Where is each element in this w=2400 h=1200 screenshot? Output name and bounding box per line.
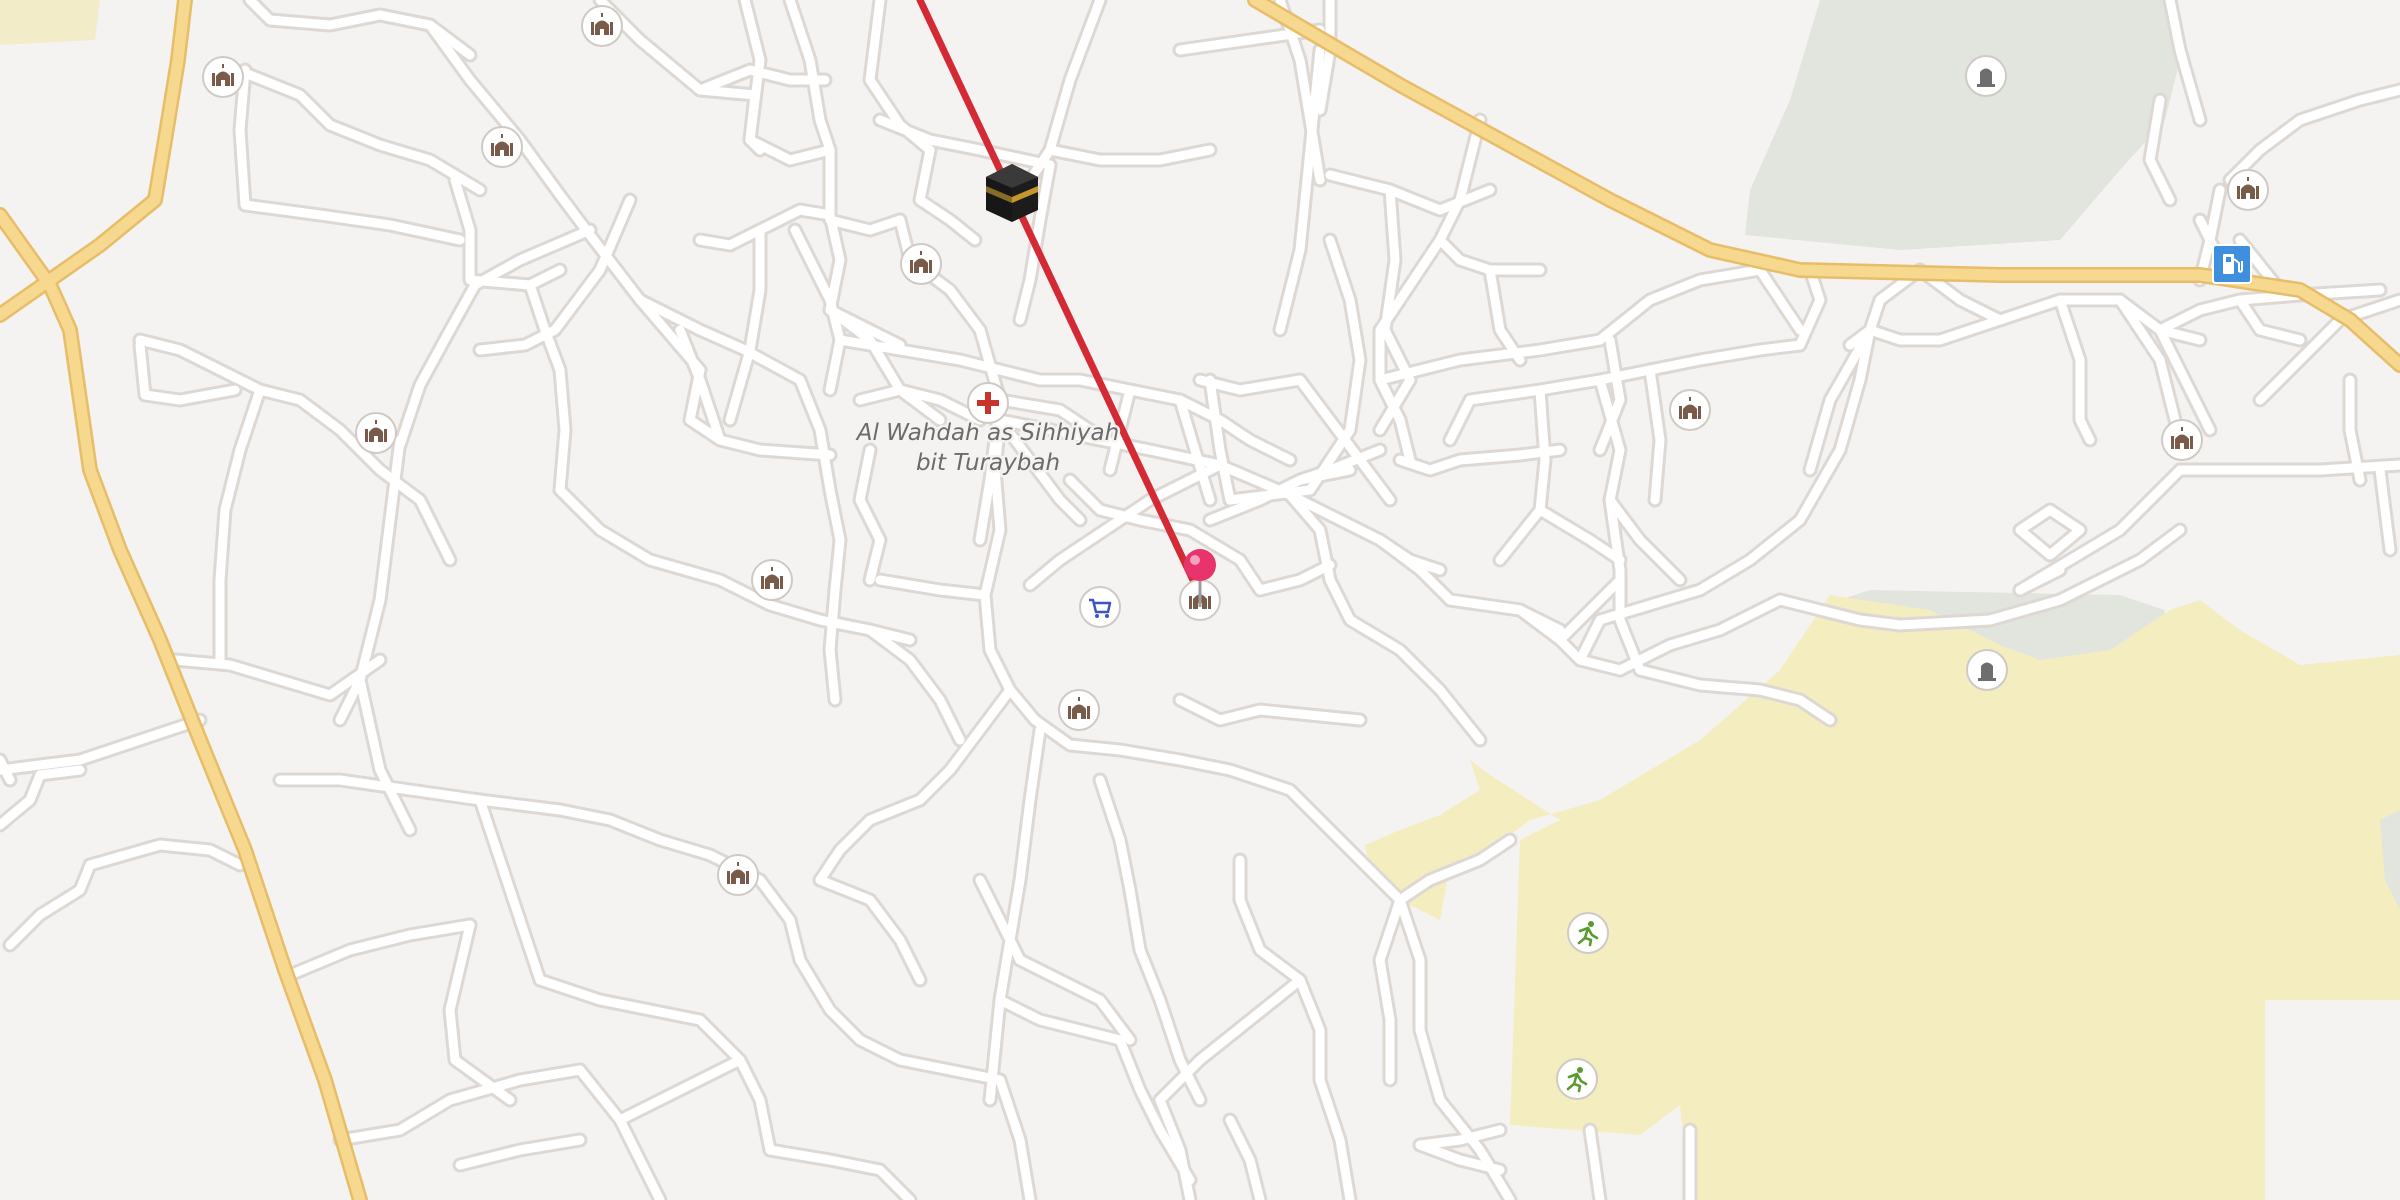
running-person-icon[interactable] bbox=[1556, 1058, 1598, 1100]
cemetery-icon[interactable] bbox=[1965, 55, 2007, 97]
mosque-icon[interactable] bbox=[2161, 419, 2203, 461]
fuel-pump-icon[interactable] bbox=[2212, 244, 2252, 284]
mosque-icon[interactable] bbox=[2227, 169, 2269, 211]
mosque-icon[interactable] bbox=[581, 5, 623, 47]
mosque-icon[interactable] bbox=[717, 854, 759, 896]
area-label-line2: bit Turaybah bbox=[916, 450, 1060, 476]
hospital-cross-icon[interactable] bbox=[967, 382, 1009, 424]
mosque-icon[interactable] bbox=[751, 559, 793, 601]
mosque-icon[interactable] bbox=[1058, 689, 1100, 731]
mosque-icon[interactable] bbox=[355, 412, 397, 454]
mosque-icon[interactable] bbox=[202, 56, 244, 98]
cemetery-icon[interactable] bbox=[1966, 649, 2008, 691]
mosque-icon[interactable] bbox=[481, 126, 523, 168]
shopping-cart-icon[interactable] bbox=[1079, 586, 1121, 628]
mosque-icon[interactable] bbox=[900, 243, 942, 285]
land-patch bbox=[0, 0, 100, 45]
map-canvas[interactable]: Al Wahdah as Sihhiyah bit Turaybah bbox=[0, 0, 2400, 1200]
running-person-icon[interactable] bbox=[1567, 912, 1609, 954]
mosque-icon[interactable] bbox=[1669, 389, 1711, 431]
